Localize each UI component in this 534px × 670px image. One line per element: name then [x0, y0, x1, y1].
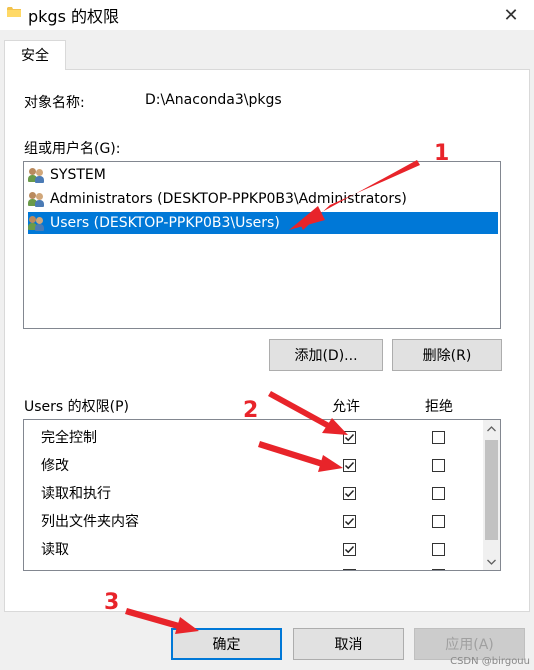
allow-checkbox-full-control[interactable]	[343, 431, 356, 444]
allow-checkbox-list-folder[interactable]	[343, 515, 356, 528]
allow-checkbox-modify[interactable]	[343, 459, 356, 472]
remove-button[interactable]: 删除(R)	[392, 339, 502, 371]
allow-checkbox-read[interactable]	[343, 543, 356, 556]
deny-checkbox-full-control[interactable]	[432, 431, 445, 444]
list-item-users[interactable]: Users (DESKTOP-PPKP0B3\Users)	[28, 212, 498, 234]
annotation-number-3: 3	[104, 590, 120, 615]
scrollbar-thumb[interactable]	[485, 440, 498, 540]
list-item-label: Users (DESKTOP-PPKP0B3\Users)	[50, 215, 280, 231]
permissions-label: Users 的权限(P)	[24, 399, 130, 415]
list-item-label: SYSTEM	[50, 167, 106, 183]
deny-checkbox-list-folder[interactable]	[432, 515, 445, 528]
deny-checkbox-read[interactable]	[432, 543, 445, 556]
permissions-list: 完全控制 修改 读取和执行 列出文件夹内容 读取	[23, 419, 501, 571]
ok-button[interactable]: 确定	[171, 628, 282, 660]
close-icon: ✕	[503, 4, 519, 26]
scroll-up-icon[interactable]	[483, 420, 500, 437]
permission-row-label: 列出文件夹内容	[41, 514, 139, 530]
add-button[interactable]: 添加(D)...	[269, 339, 383, 371]
annotation-number-2: 2	[243, 398, 259, 423]
deny-checkbox-modify[interactable]	[432, 459, 445, 472]
deny-header: 拒绝	[425, 399, 453, 415]
vertical-scrollbar[interactable]	[483, 420, 500, 570]
deny-checkbox-partial[interactable]	[432, 569, 445, 570]
groups-label: 组或用户名(G):	[24, 141, 121, 157]
allow-checkbox-read-execute[interactable]	[343, 487, 356, 500]
tab-security[interactable]: 安全	[4, 40, 66, 70]
user-group-icon	[28, 167, 46, 183]
allow-header: 允许	[332, 399, 360, 415]
cancel-button[interactable]: 取消	[293, 628, 404, 660]
groups-listbox[interactable]: SYSTEM Administrators (DESKTOP-PPKP0B3\A…	[23, 161, 501, 329]
permission-row-label: 修改	[41, 458, 69, 474]
permission-row-label: 读取	[41, 542, 69, 558]
watermark: CSDN @birgouu	[450, 656, 530, 667]
list-item-system[interactable]: SYSTEM	[28, 164, 110, 186]
window-title: pkgs 的权限	[28, 7, 120, 26]
user-group-icon	[28, 215, 46, 231]
close-button[interactable]: ✕	[488, 0, 534, 30]
allow-checkbox-partial[interactable]	[343, 569, 356, 570]
title-bar: pkgs 的权限 ✕	[0, 0, 534, 30]
object-name-value: D:\Anaconda3\pkgs	[145, 92, 282, 108]
deny-checkbox-read-execute[interactable]	[432, 487, 445, 500]
scroll-down-icon[interactable]	[483, 553, 500, 570]
annotation-number-1: 1	[434, 141, 450, 166]
list-item-label: Administrators (DESKTOP-PPKP0B3\Administ…	[50, 191, 407, 207]
list-item-administrators[interactable]: Administrators (DESKTOP-PPKP0B3\Administ…	[28, 188, 411, 210]
permission-row-label: 读取和执行	[41, 486, 111, 502]
object-name-label: 对象名称:	[24, 95, 85, 111]
folder-icon	[7, 7, 21, 17]
user-group-icon	[28, 191, 46, 207]
permission-row-label: 完全控制	[41, 430, 97, 446]
